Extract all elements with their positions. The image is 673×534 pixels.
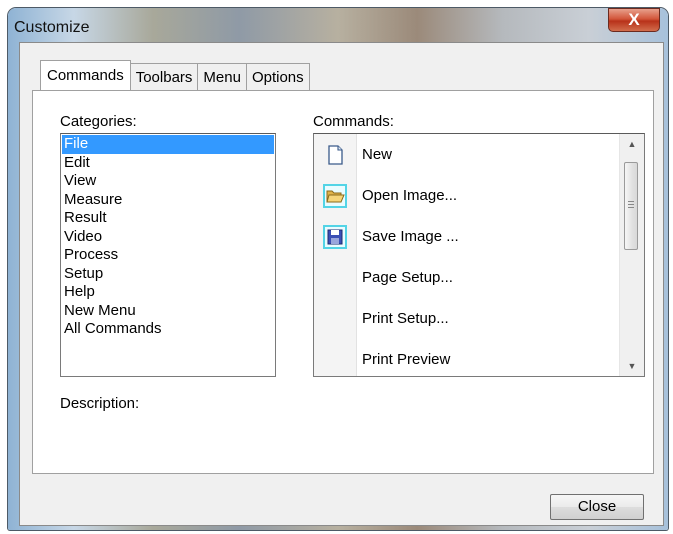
commands-scrollbar[interactable]: ▲ ▼: [619, 134, 644, 376]
tab-options[interactable]: Options: [246, 63, 310, 90]
window-title: Customize: [14, 19, 90, 36]
category-item-process[interactable]: Process: [62, 246, 274, 265]
category-item-measure[interactable]: Measure: [62, 191, 274, 210]
category-item-video[interactable]: Video: [62, 228, 274, 247]
tab-strip: Commands Toolbars Menu Options: [40, 60, 310, 90]
command-label: Print Preview: [362, 351, 451, 368]
command-item-open-image[interactable]: Open Image...: [314, 175, 620, 216]
category-item-help[interactable]: Help: [62, 283, 274, 302]
command-item-save-image[interactable]: Save Image ...: [314, 216, 620, 257]
description-label: Description:: [60, 395, 140, 412]
categories-listbox[interactable]: File Edit View Measure Result Video Proc…: [60, 133, 276, 377]
command-label: Open Image...: [362, 187, 458, 204]
command-item-new[interactable]: New: [314, 134, 620, 175]
categories-label: Categories:: [60, 113, 137, 130]
command-item-print-preview[interactable]: Print Preview: [314, 339, 620, 376]
commands-label: Commands:: [313, 113, 394, 130]
window-close-button[interactable]: X: [608, 8, 660, 32]
commands-listbox[interactable]: New Open Image... Save Image ... Page Se…: [313, 133, 645, 377]
tab-menu[interactable]: Menu: [198, 63, 247, 90]
category-item-file[interactable]: File: [62, 135, 274, 154]
scroll-down-arrow-icon[interactable]: ▼: [620, 356, 644, 376]
command-label: Page Setup...: [362, 269, 453, 286]
category-item-view[interactable]: View: [62, 172, 274, 191]
open-folder-icon: [323, 184, 347, 208]
close-button[interactable]: Close: [550, 494, 644, 520]
command-item-page-setup[interactable]: Page Setup...: [314, 257, 620, 298]
command-label: Print Setup...: [362, 310, 449, 327]
category-item-new-menu[interactable]: New Menu: [62, 302, 274, 321]
category-item-edit[interactable]: Edit: [62, 154, 274, 173]
command-label: New: [362, 146, 393, 163]
new-document-icon: [323, 143, 347, 167]
command-item-print-setup[interactable]: Print Setup...: [314, 298, 620, 339]
title-bar[interactable]: Customize X: [8, 8, 668, 42]
scroll-thumb[interactable]: [624, 162, 638, 250]
command-label: Save Image ...: [362, 228, 459, 245]
tab-toolbars[interactable]: Toolbars: [130, 63, 199, 90]
save-floppy-icon: [323, 225, 347, 249]
category-item-result[interactable]: Result: [62, 209, 274, 228]
tab-commands[interactable]: Commands: [40, 60, 131, 90]
category-item-setup[interactable]: Setup: [62, 265, 274, 284]
grip-icon: [628, 201, 634, 208]
category-item-all-commands[interactable]: All Commands: [62, 320, 274, 339]
customize-window: Customize X Commands Toolbars Menu Optio…: [8, 8, 668, 530]
scroll-up-arrow-icon[interactable]: ▲: [620, 134, 644, 154]
close-icon: X: [628, 10, 640, 29]
dialog-client-area: Commands Toolbars Menu Options Categorie…: [19, 42, 664, 526]
